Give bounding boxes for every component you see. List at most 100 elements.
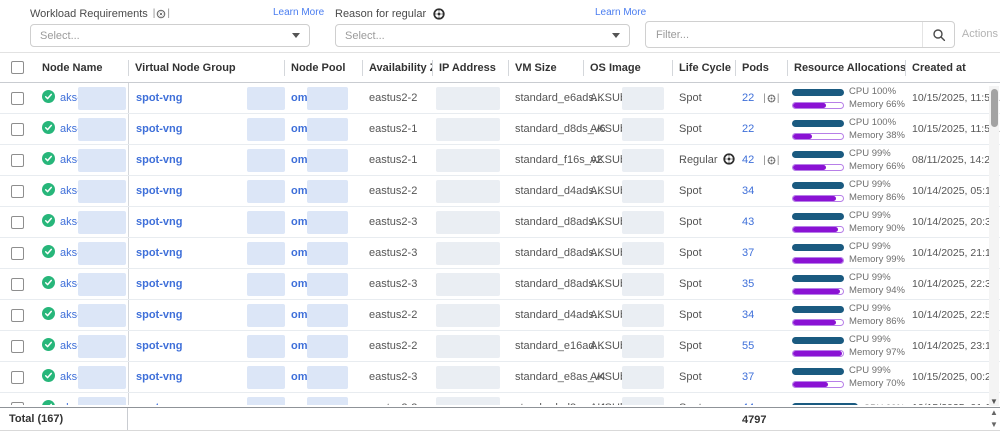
virtual-node-group-link[interactable]: spot-vng xyxy=(136,123,182,135)
cpu-bar xyxy=(792,182,844,189)
row-checkbox[interactable] xyxy=(11,216,24,229)
filter-input[interactable] xyxy=(646,29,922,41)
col-resource-allocations[interactable]: Resource Allocations ↓ xyxy=(787,53,905,82)
pods-count-link[interactable]: 55 xyxy=(742,340,754,352)
cpu-label: CPU 99% xyxy=(849,240,905,253)
node-healthy-icon xyxy=(42,338,55,354)
workload-learn-more-link[interactable]: Learn More xyxy=(273,7,324,18)
virtual-node-group-link[interactable]: spot-vng xyxy=(136,340,182,352)
vm-size-cell: standard_d8as_v4 xyxy=(508,393,583,405)
redacted-vng-suffix xyxy=(247,118,285,141)
scrollbar-thumb[interactable] xyxy=(991,89,998,127)
filter-toolbar: Workload Requirements || Learn More Sele… xyxy=(0,0,1000,53)
row-checkbox[interactable] xyxy=(11,123,24,136)
table-body: aks-om spot-vng omnp eastus2-2 standard_… xyxy=(0,83,1000,405)
row-checkbox[interactable] xyxy=(11,340,24,353)
redacted-os-image xyxy=(622,180,664,203)
ip-address-cell xyxy=(432,238,508,268)
redacted-ip-address xyxy=(436,118,500,141)
node-name-cell: aks-om xyxy=(35,331,128,361)
virtual-node-group-link[interactable]: spot-vng xyxy=(136,216,182,228)
pods-count-link[interactable]: 22 xyxy=(742,92,754,104)
pods-count-link[interactable]: 34 xyxy=(742,309,754,321)
scroll-down-icon[interactable]: ▼ xyxy=(990,420,998,429)
vm-size-cell: standard_f16s_v2 xyxy=(508,145,583,175)
workload-requirements-label: Workload Requirements xyxy=(30,8,148,20)
search-icon[interactable] xyxy=(922,22,954,47)
availability-zone-cell: eastus2-1 xyxy=(362,114,432,144)
resource-labels: CPU 99% xyxy=(863,402,905,406)
table-row: aks-om spot-vng omnp eastus2-2 standard_… xyxy=(0,176,1000,207)
pods-count-link[interactable]: 37 xyxy=(742,371,754,383)
reason-for-regular-select[interactable]: Select... xyxy=(335,24,630,47)
availability-zone-value: eastus2-3 xyxy=(369,371,417,383)
os-image-cell: AKSUbun . xyxy=(583,393,672,405)
memory-label: Memory 38% xyxy=(849,129,905,142)
col-vm-size[interactable]: VM Size xyxy=(508,53,583,82)
virtual-node-group-link[interactable]: spot-vng xyxy=(136,185,182,197)
redacted-vng-suffix xyxy=(247,273,285,296)
corner-scroll-arrows[interactable]: ▲ ▼ xyxy=(989,408,999,429)
availability-zone-cell: eastus2-1 xyxy=(362,145,432,175)
reason-select-placeholder: Select... xyxy=(345,30,385,42)
virtual-node-group-link[interactable]: spot-vng xyxy=(136,154,182,166)
virtual-node-group-link[interactable]: spot-vng xyxy=(136,92,182,104)
life-cycle-value: Spot xyxy=(679,247,702,259)
virtual-node-group-link[interactable]: spot-vng xyxy=(136,402,182,405)
virtual-node-group-link[interactable]: spot-vng xyxy=(136,371,182,383)
col-availability-zone[interactable]: Availability Zone xyxy=(362,53,432,82)
pods-count-link[interactable]: 44 xyxy=(742,402,754,405)
select-all-checkbox[interactable] xyxy=(11,61,24,74)
ip-address-cell xyxy=(432,331,508,361)
pods-count-link[interactable]: 42 xyxy=(742,154,754,166)
row-checkbox[interactable] xyxy=(11,278,24,291)
pods-count-link[interactable]: 35 xyxy=(742,278,754,290)
cpu-bar xyxy=(792,306,844,313)
col-node-pool[interactable]: Node Pool xyxy=(284,53,362,82)
reason-learn-more-link[interactable]: Learn More xyxy=(595,7,646,18)
redacted-vng-suffix xyxy=(247,304,285,327)
scroll-up-icon[interactable]: ▲ xyxy=(990,408,998,417)
redacted-os-image xyxy=(622,304,664,327)
availability-zone-cell: eastus2-3 xyxy=(362,238,432,268)
row-checkbox[interactable] xyxy=(11,92,24,105)
row-checkbox[interactable] xyxy=(11,154,24,167)
col-virtual-node-group[interactable]: Virtual Node Group xyxy=(128,53,284,82)
row-checkbox[interactable] xyxy=(11,309,24,322)
virtual-node-group-link[interactable]: spot-vng xyxy=(136,309,182,321)
virtual-node-group-link[interactable]: spot-vng xyxy=(136,247,182,259)
col-node-name[interactable]: Node Name xyxy=(35,53,128,82)
col-os-image[interactable]: OS Image xyxy=(583,53,672,82)
col-life-cycle[interactable]: Life Cycle xyxy=(672,53,735,82)
regular-reason-icon[interactable] xyxy=(723,153,735,168)
redacted-node-name xyxy=(78,118,126,141)
pods-count-link[interactable]: 43 xyxy=(742,216,754,228)
row-checkbox[interactable] xyxy=(11,402,24,406)
resource-labels: CPU 100% Memory 38% xyxy=(849,116,905,142)
col-created-at[interactable]: Created at xyxy=(905,53,989,82)
scroll-down-icon[interactable]: ▼ xyxy=(989,396,999,406)
pods-count-link[interactable]: 37 xyxy=(742,247,754,259)
node-name-cell: aks-om xyxy=(35,300,128,330)
pods-count-link[interactable]: 22 xyxy=(742,123,754,135)
row-checkbox[interactable] xyxy=(11,185,24,198)
col-pods[interactable]: Pods xyxy=(735,53,787,82)
actions-button[interactable]: Actions xyxy=(962,28,998,40)
col-ip-address[interactable]: IP Address xyxy=(432,53,508,82)
memory-bar xyxy=(792,350,844,357)
resource-bars xyxy=(792,149,844,171)
pods-count-link[interactable]: 34 xyxy=(742,185,754,197)
vertical-scrollbar[interactable]: ▼ xyxy=(989,86,999,406)
row-checkbox-cell xyxy=(0,176,35,206)
created-at-cell: 10/14/2025, 21:12... xyxy=(905,238,989,268)
row-checkbox[interactable] xyxy=(11,247,24,260)
redacted-ip-address xyxy=(436,366,500,389)
memory-bar xyxy=(792,381,844,388)
virtual-node-group-link[interactable]: spot-vng xyxy=(136,278,182,290)
resource-allocations-cell: CPU 99% Memory 86% xyxy=(787,176,905,206)
availability-zone-cell: eastus2-3 xyxy=(362,393,432,405)
resource-labels: CPU 99% Memory 97% xyxy=(849,333,905,359)
availability-zone-value: eastus2-2 xyxy=(369,309,417,321)
row-checkbox[interactable] xyxy=(11,371,24,384)
workload-requirements-select[interactable]: Select... xyxy=(30,24,310,47)
